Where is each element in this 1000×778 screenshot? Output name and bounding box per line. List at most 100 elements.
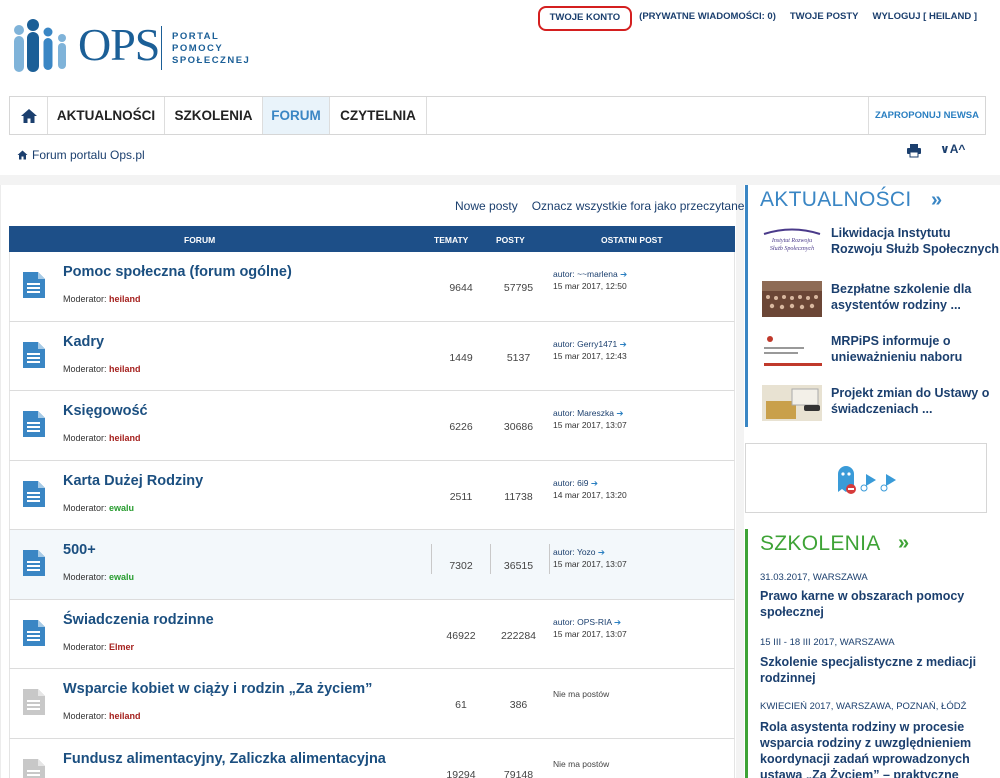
- training-title[interactable]: Szkolenie specjalistyczne z mediacji rod…: [760, 654, 992, 686]
- last-post: autor: OPS-RIA ➔ 15 mar 2017, 13:07: [553, 616, 627, 640]
- forum-title[interactable]: Księgowość: [63, 403, 148, 419]
- last-post-author[interactable]: autor: Yozo: [553, 547, 596, 557]
- forum-moderator: Moderator: heiland: [63, 364, 141, 374]
- moderator-link[interactable]: ewalu: [109, 572, 134, 582]
- nav-forum[interactable]: FORUM: [263, 97, 330, 134]
- news-thumbnail: [762, 333, 822, 369]
- nav-szkolenia[interactable]: SZKOLENIA: [165, 97, 263, 134]
- moderator-link[interactable]: heiland: [109, 364, 141, 374]
- logo-divider: [161, 26, 162, 70]
- training-title[interactable]: Rola asystenta rodziny w procesie wsparc…: [760, 719, 992, 778]
- forum-unread-icon: [23, 272, 45, 298]
- content-divider: [0, 175, 1000, 185]
- site-logo[interactable]: OPS PORTAL POMOCY SPOŁECZNEJ: [10, 18, 260, 74]
- moderator-link[interactable]: heiland: [109, 711, 141, 721]
- forum-topics-count: 1449: [449, 351, 473, 364]
- news-title[interactable]: Bezpłatne szkolenie dla asystentów rodzi…: [831, 281, 1000, 313]
- trainings-heading[interactable]: SZKOLENIA: [760, 532, 881, 556]
- font-size-toggle[interactable]: ∨A^: [940, 142, 965, 156]
- moderator-label: Moderator:: [63, 572, 107, 582]
- private-messages-link[interactable]: (PRYWATNE WIADOMOŚCI: 0): [632, 10, 783, 31]
- forum-posts-count: 5137: [506, 351, 531, 364]
- moderator-link[interactable]: heiland: [109, 433, 141, 443]
- nav-aktualnosci[interactable]: AKTUALNOŚCI: [48, 97, 165, 134]
- goto-post-icon[interactable]: ➔: [620, 339, 627, 349]
- your-posts-link[interactable]: TWOJE POSTY: [783, 10, 866, 31]
- goto-post-icon[interactable]: ➔: [616, 408, 623, 418]
- moderator-link[interactable]: heiland: [109, 294, 141, 304]
- last-post-author[interactable]: autor: Mareszka: [553, 408, 614, 418]
- forum-title[interactable]: 500+: [63, 542, 96, 558]
- main-border: [0, 185, 1, 778]
- goto-post-icon[interactable]: ➔: [614, 617, 621, 627]
- nav-czytelnia[interactable]: CZYTELNIA: [330, 97, 427, 134]
- forum-moderator: Moderator: ewalu: [63, 503, 134, 513]
- news-more-icon[interactable]: »: [931, 189, 942, 212]
- news-thumbnail: Instytut Rozwoju Służb Społecznych: [762, 225, 822, 261]
- breadcrumb: Forum portalu Ops.pl: [17, 148, 145, 162]
- news-title[interactable]: MRPiPS informuje o unieważnieniu naboru: [831, 333, 1000, 365]
- col-last-post: OSTATNI POST: [601, 235, 663, 245]
- forum-topics-count: 46922: [446, 629, 476, 642]
- mark-all-read-link[interactable]: Oznacz wszystkie fora jako przeczytane: [532, 199, 745, 213]
- new-posts-link[interactable]: Nowe posty: [455, 199, 518, 213]
- last-post-author[interactable]: autor: 6i9: [553, 478, 588, 488]
- breadcrumb-link[interactable]: Forum portalu Ops.pl: [32, 148, 145, 162]
- forum-title[interactable]: Wsparcie kobiet w ciąży i rodzin „Za życ…: [63, 681, 372, 697]
- news-thumbnail: [762, 281, 822, 317]
- ad-placeholder-icon: [838, 466, 896, 494]
- goto-post-icon[interactable]: ➔: [620, 269, 627, 279]
- forum-title[interactable]: Fundusz alimentacyjny, Zaliczka alimenta…: [63, 751, 386, 767]
- news-item[interactable]: Bezpłatne szkolenie dla asystentów rodzi…: [762, 281, 1000, 325]
- forum-topics-count: 61: [455, 699, 467, 711]
- forum-posts-count: 79148: [503, 768, 534, 778]
- forum-moderator: Moderator: Elmer: [63, 642, 134, 652]
- last-post-date: 15 mar 2017, 12:43: [553, 350, 627, 361]
- col-posts: POSTY: [496, 235, 525, 245]
- last-post-author[interactable]: autor: Gerry1471: [553, 339, 617, 349]
- no-posts-label: Nie ma postów: [553, 758, 610, 769]
- logo-wordmark: OPS: [78, 19, 160, 70]
- news-title[interactable]: Projekt zmian do Ustawy o świadczeniach …: [831, 385, 1000, 417]
- goto-post-icon[interactable]: ➔: [598, 547, 605, 557]
- logout-link[interactable]: WYLOGUJ [ HEILAND ]: [866, 10, 985, 31]
- account-link[interactable]: TWOJE KONTO: [537, 6, 633, 31]
- forum-title[interactable]: Świadczenia rodzinne: [63, 612, 214, 628]
- last-post-author[interactable]: autor: OPS-RIA: [553, 617, 612, 627]
- trainings-more-icon[interactable]: »: [898, 532, 909, 555]
- last-post-author[interactable]: autor: ~~marlena: [553, 269, 618, 279]
- forum-row: Karta Dużej Rodziny Moderator: ewalu 251…: [9, 460, 735, 530]
- forum-title[interactable]: Pomoc społeczna (forum ogólne): [63, 264, 292, 280]
- moderator-label: Moderator:: [63, 363, 107, 374]
- user-links: TWOJE KONTO (PRYWATNE WIADOMOŚCI: 0) TWO…: [537, 6, 985, 31]
- forum-row: 500+ Moderator: ewalu 7302 36515 autor: …: [9, 530, 735, 600]
- column-separator: [549, 544, 550, 574]
- print-icon[interactable]: [906, 143, 922, 158]
- forum-unread-icon: [23, 411, 45, 437]
- forum-posts-count: 11738: [504, 490, 533, 503]
- last-post: autor: ~~marlena ➔ 15 mar 2017, 12:50: [553, 268, 627, 292]
- news-item[interactable]: MRPiPS informuje o unieważnieniu naboru: [762, 333, 1000, 377]
- forum-topics-count: 19294: [446, 768, 476, 778]
- moderator-label: Moderator:: [63, 641, 107, 652]
- forum-title[interactable]: Kadry: [63, 334, 104, 350]
- last-post: autor: 6i9 ➔ 14 mar 2017, 13:20: [553, 477, 627, 501]
- ad-box[interactable]: [745, 443, 987, 513]
- forum-row: Świadczenia rodzinne Moderator: Elmer 46…: [9, 599, 735, 669]
- forum-posts-count: 386: [509, 699, 528, 711]
- training-meta: 15 III - 18 III 2017, WARSZAWA: [760, 637, 895, 648]
- forum-row: Kadry Moderator: heiland 1449 5137 autor…: [9, 321, 735, 391]
- nav-spacer: [427, 97, 869, 134]
- moderator-link[interactable]: Elmer: [109, 642, 134, 652]
- news-heading[interactable]: AKTUALNOŚCI: [760, 188, 912, 212]
- training-title[interactable]: Prawo karne w obszarach pomocy społeczne…: [760, 588, 992, 620]
- news-item[interactable]: Projekt zmian do Ustawy o świadczeniach …: [762, 385, 1000, 429]
- propose-news-link[interactable]: ZAPROPONUJ NEWSA: [869, 97, 985, 134]
- nav-home[interactable]: [10, 97, 48, 134]
- moderator-link[interactable]: ewalu: [109, 503, 134, 513]
- forum-title[interactable]: Karta Dużej Rodziny: [63, 473, 203, 489]
- goto-post-icon[interactable]: ➔: [591, 478, 598, 488]
- moderator-label: Moderator:: [63, 433, 107, 443]
- news-title[interactable]: Likwidacja Instytutu Rozwoju Służb Społe…: [831, 225, 1000, 257]
- news-item[interactable]: Instytut Rozwoju Służb Społecznych Likwi…: [762, 225, 1000, 269]
